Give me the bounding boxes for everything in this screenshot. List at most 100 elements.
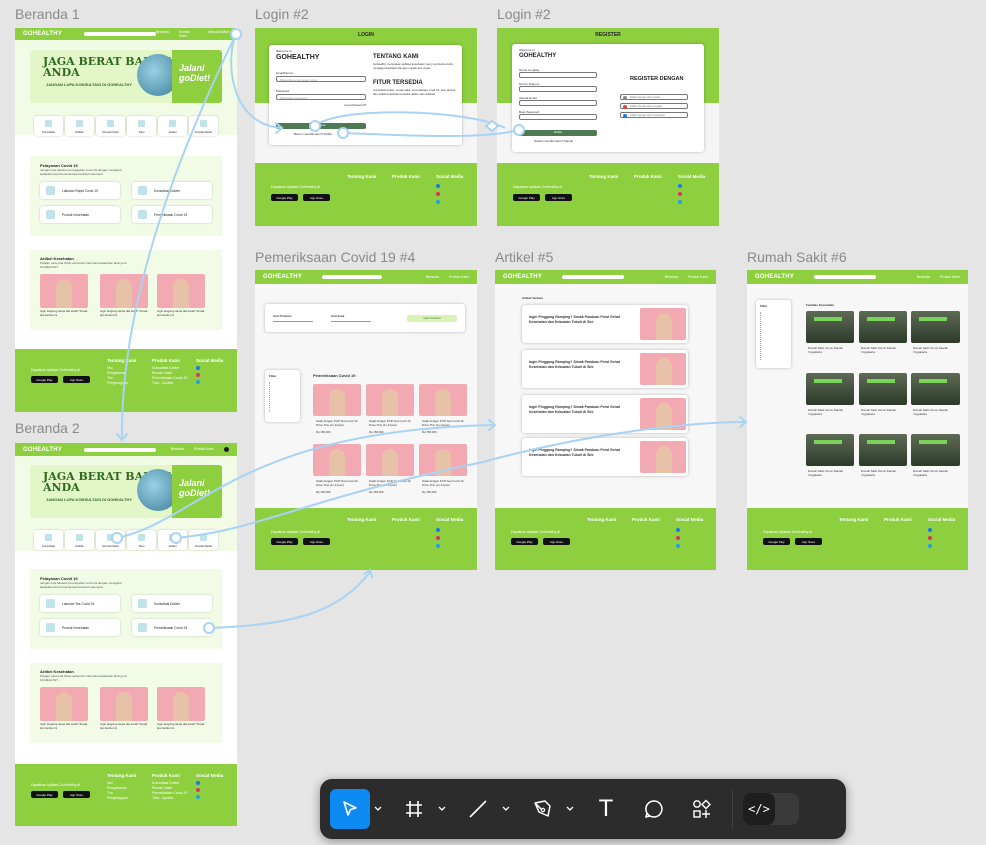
register-facebook-button[interactable]: Daftar dengan akun Facebook	[620, 112, 688, 118]
logo[interactable]: GOHEALTHY	[23, 447, 62, 453]
google-play-button[interactable]: Google Play	[271, 194, 298, 201]
name-field[interactable]	[519, 72, 597, 78]
category-konsultasi[interactable]: Konsultasi	[34, 116, 63, 136]
category-rumah-sakit[interactable]: Rumah Sakit	[96, 530, 125, 550]
article-thumb[interactable]	[40, 274, 88, 308]
category-toko[interactable]: Toko	[127, 116, 156, 136]
hospital-photo[interactable]	[911, 311, 960, 343]
category-produk-medis[interactable]: Produk Medis	[189, 530, 218, 550]
twitter-icon[interactable]	[678, 200, 682, 204]
instagram-icon[interactable]	[436, 192, 440, 196]
hospital-photo[interactable]	[859, 434, 907, 466]
search-input[interactable]	[84, 447, 157, 452]
nav-link-beranda[interactable]: Beranda	[917, 275, 930, 279]
phone-field[interactable]	[519, 86, 597, 92]
frame-register[interactable]: REGISTER Welcome to GOHEALTHY Nama Lengk…	[497, 28, 719, 226]
facebook-icon[interactable]	[436, 528, 440, 532]
instagram-icon[interactable]	[196, 788, 200, 792]
text-tool-button[interactable]: T	[586, 789, 626, 829]
app-store-button[interactable]: App Store	[545, 194, 572, 201]
pen-tool-button[interactable]	[522, 789, 562, 829]
facebook-icon[interactable]	[436, 184, 440, 188]
register-apple-button[interactable]: Daftar dengan akun Apple	[620, 94, 688, 100]
dev-mode-toggle[interactable]: </>	[743, 793, 799, 825]
frame-artikel[interactable]: GOHEALTHY Beranda Produk Kami Artikel Te…	[495, 270, 716, 570]
app-store-button[interactable]: App Store	[303, 194, 330, 201]
nav-link-masuk[interactable]: Masuk/Daftar	[208, 30, 229, 38]
facebook-icon[interactable]	[196, 366, 200, 370]
covid-product-thumb[interactable]	[419, 384, 467, 416]
hero-banner[interactable]: JAGA BERAT BADAN ANDA JANGAN LUPA KONSULT…	[30, 50, 222, 103]
hero-banner[interactable]: JAGA BERAT BADAN ANDA JANGAN LUPA KONSULT…	[30, 465, 222, 518]
search-input[interactable]	[322, 275, 383, 279]
service-pemeriksaan[interactable]: Pemeriksaan Covid 19	[132, 619, 212, 636]
google-play-button[interactable]: Google Play	[31, 376, 58, 383]
hospital-photo[interactable]	[806, 373, 854, 405]
city-input[interactable]	[331, 321, 371, 322]
email-field[interactable]: Masukkan email atau nomor	[276, 76, 366, 82]
facebook-icon[interactable]	[676, 528, 680, 532]
app-store-button[interactable]: App Store	[303, 538, 330, 545]
footer-link[interactable]: Rumah Sakit	[152, 371, 172, 375]
hospital-photo[interactable]	[859, 311, 907, 343]
category-mobile[interactable]: Mobile	[65, 530, 94, 550]
nav-link-beranda[interactable]: Beranda	[665, 275, 678, 279]
app-store-button[interactable]: App Store	[795, 538, 822, 545]
frame-title-login[interactable]: Login #2	[255, 6, 309, 22]
app-store-button[interactable]: App Store	[63, 376, 90, 383]
instagram-icon[interactable]	[928, 536, 932, 540]
article-thumb[interactable]	[40, 687, 88, 721]
province-input[interactable]	[273, 321, 313, 322]
chevron-down-icon[interactable]	[434, 789, 450, 829]
service-konsultasi[interactable]: Konsultasi Dokter	[132, 595, 212, 612]
chevron-down-icon[interactable]	[562, 789, 578, 829]
facebook-icon[interactable]	[196, 781, 200, 785]
google-play-button[interactable]: Google Play	[513, 194, 540, 201]
twitter-icon[interactable]	[196, 380, 200, 384]
email-field[interactable]	[519, 100, 597, 106]
register-link[interactable]: Belum memiliki akun? Daftar	[294, 132, 332, 136]
footer-link[interactable]: Toko - Apotek	[152, 381, 173, 385]
covid-product-thumb[interactable]	[313, 384, 361, 416]
move-tool-button[interactable]	[330, 789, 370, 829]
instagram-icon[interactable]	[678, 192, 682, 196]
design-canvas[interactable]: Beranda 1 Beranda 2 Login #2 Login #2 Pe…	[0, 0, 986, 845]
frame-title-register[interactable]: Login #2	[497, 6, 551, 22]
search-input[interactable]	[562, 275, 625, 279]
category-rumah-sakit[interactable]: Rumah Sakit	[96, 116, 125, 136]
category-toko[interactable]: Toko	[127, 530, 156, 550]
register-button[interactable]: Daftar	[519, 130, 597, 136]
filter-options[interactable]	[269, 382, 291, 412]
category-konsultasi[interactable]: Konsultasi	[34, 530, 63, 550]
frame-login[interactable]: LOGIN Welcome to GOHEALTHY Email/Nomor M…	[255, 28, 477, 226]
google-play-button[interactable]: Google Play	[763, 538, 790, 545]
facebook-icon[interactable]	[928, 528, 932, 532]
app-store-button[interactable]: App Store	[63, 791, 90, 798]
search-input[interactable]	[84, 32, 156, 36]
footer-link[interactable]: Tim	[107, 791, 113, 795]
forgot-password-link[interactable]: Lupa Password?	[344, 103, 366, 107]
hospital-photo[interactable]	[806, 311, 854, 343]
artikel-card[interactable]: Ingin Pinggang Ramping? Simak Panduan Pe…	[522, 438, 688, 476]
footer-link[interactable]: Visi	[107, 781, 113, 785]
footer-link[interactable]: Tim	[107, 376, 113, 380]
frame-covid[interactable]: GOHEALTHY Beranda Produk Kami Cari Provi…	[255, 270, 477, 570]
footer-link[interactable]: Toko - Apotek	[152, 796, 173, 800]
frame-beranda-1[interactable]: GOHEALTHY Beranda Kontak Kami Masuk/Daft…	[15, 28, 237, 412]
artikel-card[interactable]: Ingin Pinggang Ramping? Simak Panduan Pe…	[522, 395, 688, 433]
frame-title-artikel[interactable]: Artikel #5	[495, 249, 553, 265]
comment-tool-button[interactable]	[634, 789, 674, 829]
google-play-button[interactable]: Google Play	[31, 791, 58, 798]
service-produk[interactable]: Produk Kesehatan	[40, 619, 120, 636]
category-mobile[interactable]: Mobile	[65, 116, 94, 136]
footer-link[interactable]: Rumah Sakit	[152, 786, 172, 790]
twitter-icon[interactable]	[196, 795, 200, 799]
instagram-icon[interactable]	[436, 536, 440, 540]
article-thumb[interactable]	[157, 687, 205, 721]
facebook-icon[interactable]	[678, 184, 682, 188]
frame-title-beranda-2[interactable]: Beranda 2	[15, 420, 80, 436]
app-store-button[interactable]: App Store	[543, 538, 570, 545]
frame-title-covid[interactable]: Pemeriksaan Covid 19 #4	[255, 249, 415, 265]
footer-link[interactable]: Konsultasi Dokter	[152, 366, 179, 370]
article-thumb[interactable]	[100, 687, 148, 721]
